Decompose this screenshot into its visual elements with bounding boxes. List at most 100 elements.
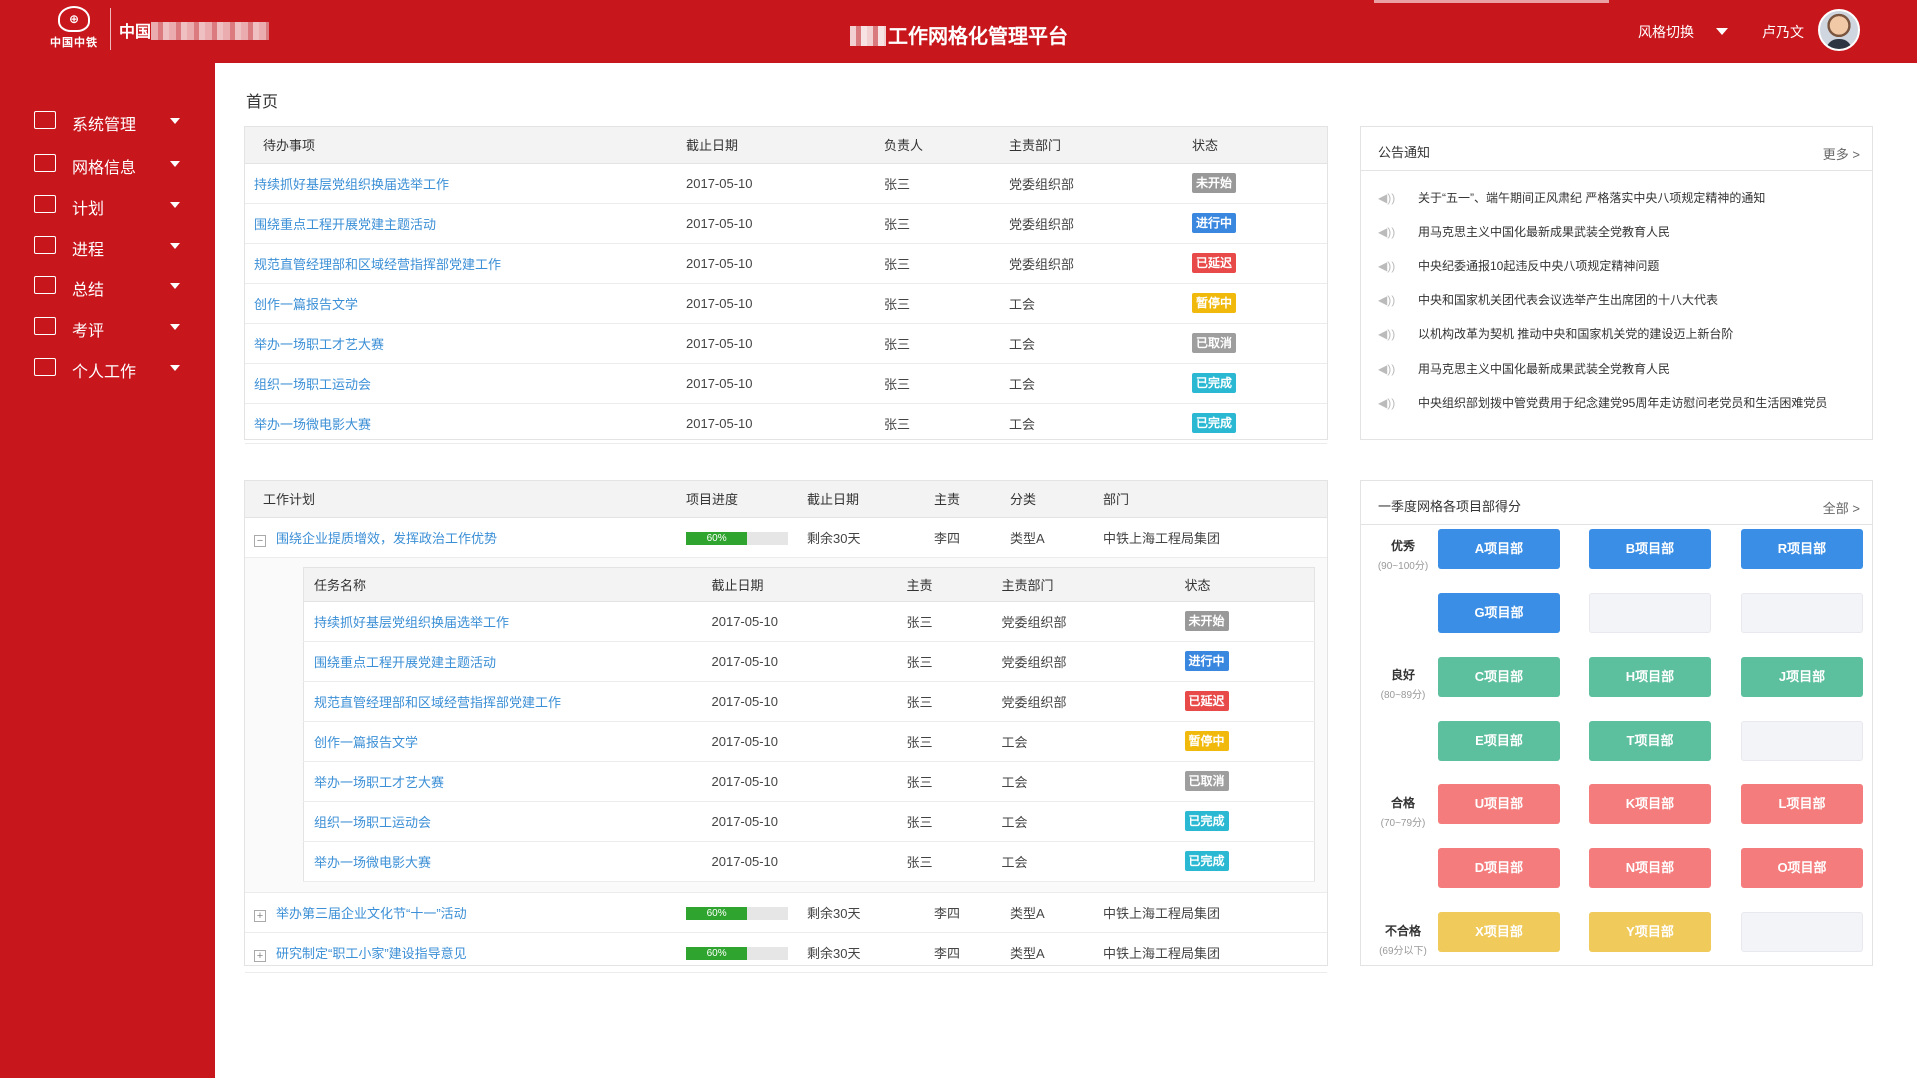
dept-cell: 工会 <box>1009 323 1192 364</box>
project-dept-button[interactable]: Y项目部 <box>1589 912 1711 952</box>
sidebar-item-label: 进程 <box>72 242 105 259</box>
plan-table: 工作计划 项目进度 截止日期 主责 分类 部门 − 围绕企业提质增效，发挥政治工作… <box>245 481 1327 973</box>
dept-cell: 工会 <box>1009 403 1192 444</box>
progress-bar: 60% <box>686 946 788 960</box>
todo-title-link[interactable]: 举办一场微电影大赛 <box>245 403 686 444</box>
notice-item[interactable]: ◀)) 用马克思主义中国化最新成果武装全党教育人民 <box>1378 223 1670 240</box>
document-icon <box>34 154 56 172</box>
sidebar-item[interactable]: 总结 <box>0 266 215 306</box>
todo-title-link[interactable]: 创作一篇报告文学 <box>245 283 686 324</box>
todo-title-link[interactable]: 持续抓好基层党组织换届选举工作 <box>245 163 686 204</box>
collapse-icon[interactable]: − <box>254 534 266 547</box>
project-dept-button[interactable]: O项目部 <box>1741 848 1863 888</box>
project-dept-button[interactable]: N项目部 <box>1589 848 1711 888</box>
status-cell: 未开始 <box>1184 601 1315 642</box>
task-title-link[interactable]: 组织一场职工运动会 <box>303 801 712 842</box>
todo-title-link[interactable]: 规范直管经理部和区域经营指挥部党建工作 <box>245 243 686 284</box>
plan-title-link[interactable]: 举办第三届企业文化节“十一”活动 <box>276 906 467 921</box>
col-plan: 工作计划 <box>245 481 686 518</box>
status-badge: 进行中 <box>1192 213 1237 233</box>
redacted-block <box>850 26 886 46</box>
project-dept-button[interactable]: G项目部 <box>1438 593 1560 633</box>
project-dept-button[interactable]: R项目部 <box>1741 529 1863 569</box>
empty-slot <box>1741 721 1863 761</box>
owner-cell: 张三 <box>906 601 1002 642</box>
project-dept-button[interactable]: C项目部 <box>1438 657 1560 697</box>
top-header: ⊕ 中国中铁 中国 工作网格化管理平台 风格切换 卢乃文 <box>0 0 1917 63</box>
plan-title-link[interactable]: 研究制定“职工小家”建设指导意见 <box>276 946 467 961</box>
user-name[interactable]: 卢乃文 <box>1762 22 1804 42</box>
project-dept-button[interactable]: K项目部 <box>1589 784 1711 824</box>
score-panel: 一季度网格各项目部得分 全部 > 优秀 (90~100分) 良好 (80~89分) 合格… <box>1360 480 1873 966</box>
task-title-link[interactable]: 规范直管经理部和区域经营指挥部党建工作 <box>303 681 712 722</box>
sidebar-item[interactable]: 网格信息 <box>0 144 215 184</box>
progress-fill: 60% <box>686 906 748 920</box>
speaker-icon: ◀)) <box>1378 259 1396 273</box>
progress-fill: 60% <box>686 531 748 545</box>
dept-cell: 中铁上海工程局集团 <box>1103 517 1327 558</box>
sidebar-item[interactable]: 考评 <box>0 307 215 347</box>
all-link[interactable]: 全部 > <box>1823 498 1860 517</box>
project-dept-button[interactable]: E项目部 <box>1438 721 1560 761</box>
owner-cell: 张三 <box>906 761 1002 802</box>
table-row: 组织一场职工运动会 2017-05-10 张三 工会 已完成 <box>245 363 1327 404</box>
grade-range: (70~79分) <box>1380 818 1426 829</box>
project-dept-button[interactable]: T项目部 <box>1589 721 1711 761</box>
todo-title-link[interactable]: 围绕重点工程开展党建主题活动 <box>245 203 686 244</box>
todo-title-link[interactable]: 举办一场职工才艺大赛 <box>245 323 686 364</box>
status-badge: 未开始 <box>1184 611 1229 631</box>
project-dept-button[interactable]: H项目部 <box>1589 657 1711 697</box>
sidebar-item[interactable]: 计划 <box>0 185 215 225</box>
dept-cell: 工会 <box>1001 761 1185 802</box>
plan-title-cell: + 研究制定“职工小家”建设指导意见 <box>245 932 686 973</box>
todo-table: 待办事项 截止日期 负责人 主责部门 状态 持续抓好基层党组织换届选举工作 201… <box>245 127 1327 444</box>
expand-icon[interactable]: + <box>254 909 266 922</box>
platform-title-text: 工作网格化管理平台 <box>888 26 1068 48</box>
task-title-link[interactable]: 创作一篇报告文学 <box>303 721 712 762</box>
project-dept-button[interactable]: A项目部 <box>1438 529 1560 569</box>
col-owner: 主责 <box>906 567 1002 602</box>
notice-item[interactable]: ◀)) 以机构改革为契机 推动中央和国家机关党的建设迈上新台阶 <box>1378 325 1733 342</box>
header-highlight <box>1374 0 1609 3</box>
notice-item[interactable]: ◀)) 用马克思主义中国化最新成果武装全党教育人民 <box>1378 360 1670 377</box>
logo[interactable]: ⊕ 中国中铁 <box>44 6 104 52</box>
plan-row: + 研究制定“职工小家”建设指导意见 60% 剩余30天 李四 类型A 中铁上海工程局集团 <box>245 932 1327 973</box>
project-dept-button[interactable]: J项目部 <box>1741 657 1863 697</box>
project-dept-button[interactable]: U项目部 <box>1438 784 1560 824</box>
status-cell: 已取消 <box>1192 323 1327 364</box>
project-dept-button[interactable]: B项目部 <box>1589 529 1711 569</box>
notice-item[interactable]: ◀)) 中央纪委通报10起违反中央八项规定精神问题 <box>1378 257 1659 274</box>
col-category: 分类 <box>1010 481 1103 518</box>
task-title-link[interactable]: 持续抓好基层党组织换届选举工作 <box>303 601 712 642</box>
speaker-icon: ◀)) <box>1378 362 1396 376</box>
dept-cell: 工会 <box>1001 721 1185 762</box>
sidebar-item[interactable]: 个人工作 <box>0 348 215 388</box>
deadline-cell: 2017-05-10 <box>686 243 884 284</box>
sidebar-item[interactable]: 系统管理 <box>0 101 215 141</box>
notice-item[interactable]: ◀)) 中央和国家机关团代表会议选举产生出席团的十八大代表 <box>1378 291 1718 308</box>
more-link[interactable]: 更多 > <box>1823 144 1860 163</box>
project-dept-button[interactable]: D项目部 <box>1438 848 1560 888</box>
grade-name: 优秀 <box>1390 539 1415 553</box>
expand-icon[interactable]: + <box>254 949 266 962</box>
avatar[interactable] <box>1818 9 1860 51</box>
dept-cell: 党委组织部 <box>1001 601 1185 642</box>
owner-cell: 张三 <box>884 363 1009 404</box>
task-title-link[interactable]: 举办一场微电影大赛 <box>303 841 712 882</box>
empty-slot <box>1589 593 1711 633</box>
plan-title-link[interactable]: 围绕企业提质增效，发挥政治工作优势 <box>276 531 497 546</box>
task-title-link[interactable]: 围绕重点工程开展党建主题活动 <box>303 641 712 682</box>
notice-item[interactable]: ◀)) 中央组织部划拨中管党费用于纪念建党95周年走访慰问老党员和生活困难党员 <box>1378 394 1827 411</box>
todo-title-link[interactable]: 组织一场职工运动会 <box>245 363 686 404</box>
project-dept-button[interactable]: L项目部 <box>1741 784 1863 824</box>
task-title-link[interactable]: 举办一场职工才艺大赛 <box>303 761 712 802</box>
monitor-icon <box>34 111 56 129</box>
redacted-block <box>151 22 270 40</box>
notice-item[interactable]: ◀)) 关于“五一”、端午期间正风肃纪 严格落实中央八项规定精神的通知 <box>1378 189 1765 206</box>
project-dept-button[interactable]: X项目部 <box>1438 912 1560 952</box>
status-cell: 进行中 <box>1184 641 1315 682</box>
speaker-icon: ◀)) <box>1378 396 1396 410</box>
sidebar-item-label: 系统管理 <box>72 117 137 134</box>
sidebar-item[interactable]: 进程 <box>0 226 215 266</box>
style-switch-dropdown[interactable]: 风格切换 <box>1638 22 1728 42</box>
